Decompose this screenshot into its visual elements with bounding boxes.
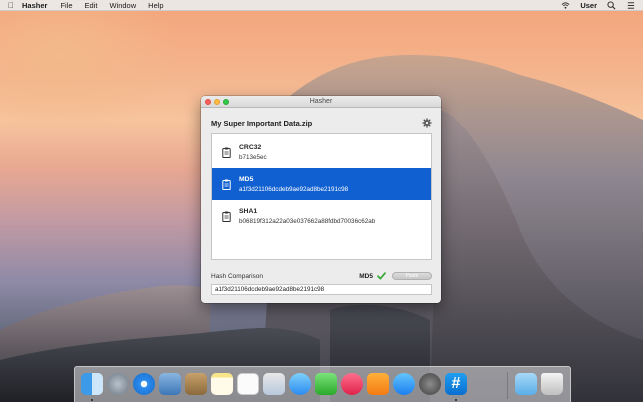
hash-comparison-input[interactable] — [211, 284, 432, 295]
checkmark-icon — [377, 272, 386, 280]
app-store-icon[interactable] — [393, 373, 415, 395]
menu-help[interactable]: Help — [148, 1, 163, 10]
hash-row-crc32[interactable]: CRC32 b713e5ec — [212, 136, 431, 168]
hasher-running-indicator — [455, 399, 457, 401]
trash-icon[interactable] — [541, 373, 563, 395]
clipboard-icon[interactable] — [222, 147, 231, 158]
hash-comparison-label: Hash Comparison — [211, 272, 264, 280]
wifi-icon[interactable] — [561, 1, 570, 10]
hasher-icon[interactable]: # — [445, 373, 467, 395]
spotlight-search-icon[interactable] — [607, 0, 616, 10]
dock-separator — [507, 372, 508, 399]
menu-edit[interactable]: Edit — [85, 1, 98, 10]
hash-row-md5[interactable]: MD5 a1f3d21106dcdeb9ae92ad8be2191c98 — [212, 168, 431, 200]
hash-value: a1f3d21106dcdeb9ae92ad8be2191c98 — [239, 185, 349, 193]
clipboard-icon[interactable] — [222, 179, 231, 190]
facetime-icon[interactable] — [315, 373, 337, 395]
hash-value: b06819f312a22a03e037662a88fdbd70036c62ab — [239, 217, 376, 225]
contacts-icon[interactable] — [185, 373, 207, 395]
system-preferences-icon[interactable] — [419, 373, 441, 395]
zoom-button[interactable] — [223, 99, 229, 105]
safari-icon[interactable] — [133, 373, 155, 395]
hash-algorithm: CRC32 — [239, 143, 262, 151]
hash-algorithm: MD5 — [239, 175, 254, 183]
finder-icon[interactable] — [81, 373, 103, 395]
notification-center-icon[interactable] — [626, 1, 635, 10]
window-title: Hasher — [309, 98, 333, 105]
minimize-button[interactable] — [214, 99, 220, 105]
ibooks-icon[interactable] — [367, 373, 389, 395]
hash-list: CRC32 b713e5ec MD5 a1f3d21106dcdeb9ae92a… — [211, 133, 432, 260]
close-button[interactable] — [205, 99, 211, 105]
hash-algorithm: SHA1 — [239, 207, 258, 215]
messages-icon[interactable] — [289, 373, 311, 395]
paste-button[interactable]: Paste — [392, 272, 432, 280]
downloads-icon[interactable] — [515, 373, 537, 395]
comparison-algorithm: MD5 — [359, 272, 373, 280]
clipboard-icon[interactable] — [222, 211, 231, 222]
hash-value: b713e5ec — [239, 153, 267, 161]
launchpad-icon[interactable] — [107, 373, 129, 395]
menu-window[interactable]: Window — [109, 1, 136, 10]
reminders-icon[interactable] — [237, 373, 259, 395]
hasher-window: Hasher My Super Important Data.zip CRC32… — [201, 96, 441, 303]
mail-icon[interactable] — [159, 373, 181, 395]
menu-app-name[interactable]: Hasher — [22, 1, 47, 10]
user-menu[interactable]: User — [580, 1, 597, 10]
finder-running-indicator — [91, 399, 93, 401]
notes-icon[interactable] — [211, 373, 233, 395]
gear-icon[interactable] — [422, 118, 432, 128]
itunes-icon[interactable] — [341, 373, 363, 395]
menu-file[interactable]: File — [60, 1, 72, 10]
apple-menu-icon[interactable]:  — [0, 1, 22, 10]
menu-bar:  Hasher File Edit Window Help User — [0, 0, 643, 11]
file-name: My Super Important Data.zip — [211, 118, 313, 128]
dock: # — [74, 366, 571, 402]
hash-row-sha1[interactable]: SHA1 b06819f312a22a03e037662a88fdbd70036… — [212, 200, 431, 232]
preview-icon[interactable] — [263, 373, 285, 395]
window-titlebar[interactable]: Hasher — [201, 96, 441, 108]
